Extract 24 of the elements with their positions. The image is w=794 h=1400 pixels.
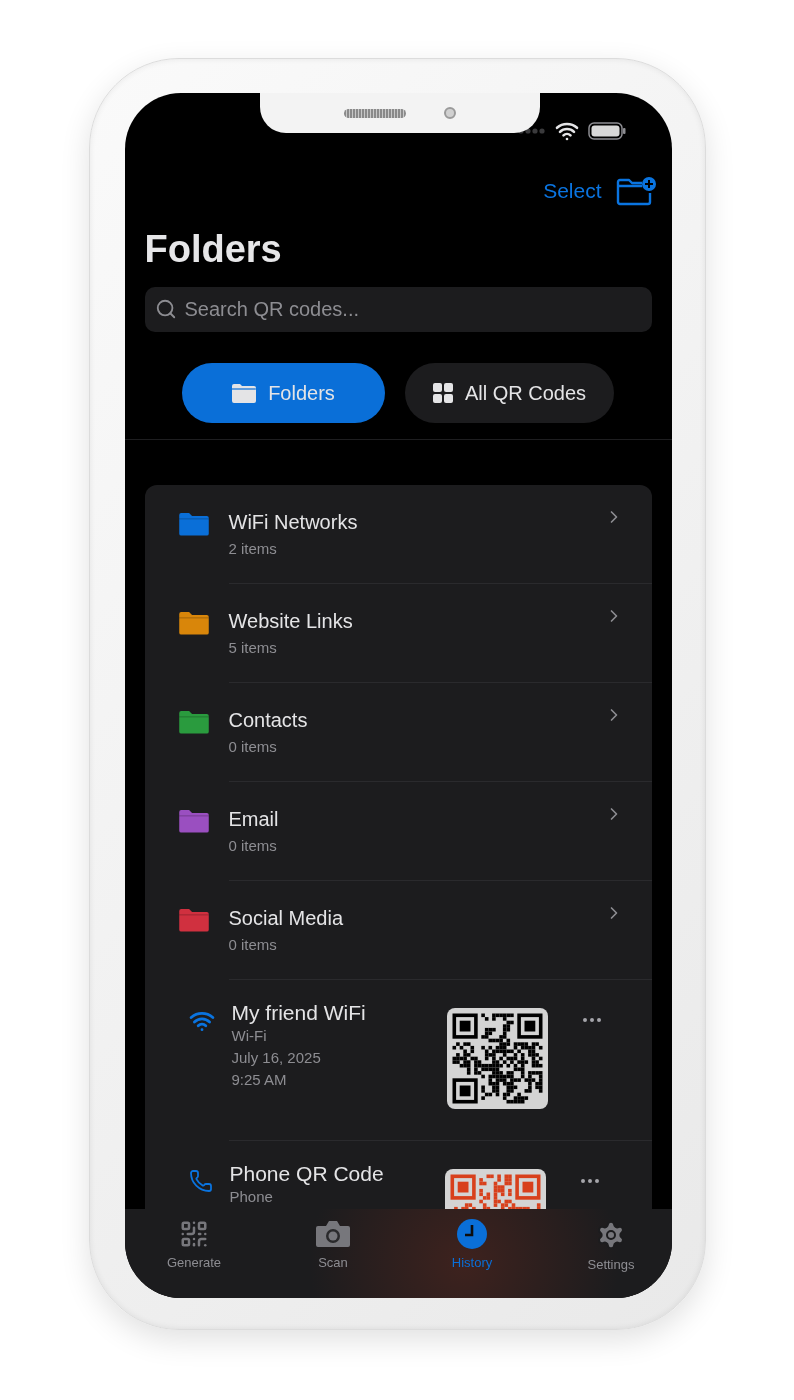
folder-name[interactable]: Social Media xyxy=(228,907,604,930)
folder-name[interactable]: Contacts xyxy=(228,709,604,732)
code-title[interactable]: Phone QR Code xyxy=(229,1163,445,1185)
code-date: July 16, 2025 xyxy=(231,1048,322,1068)
select-link[interactable]: Select xyxy=(543,179,602,203)
search-field[interactable]: Search QR codes... xyxy=(144,287,652,332)
page-title: Folders xyxy=(144,227,283,271)
item-count: 0 items xyxy=(228,738,278,755)
item-count: 0 items xyxy=(228,837,278,854)
code-time: 9:25 AM xyxy=(231,1070,288,1090)
tab-bar-item[interactable]: Settings xyxy=(541,1209,672,1298)
code-type: Phone xyxy=(229,1187,274,1207)
folder-name[interactable]: WiFi Networks xyxy=(228,511,604,534)
folder-name[interactable]: Website Links xyxy=(228,610,604,633)
view-tab[interactable]: Folders xyxy=(182,363,385,423)
code-type: Wi-Fi xyxy=(231,1026,268,1046)
folder-name[interactable]: Email xyxy=(228,808,604,831)
item-count: 5 items xyxy=(228,639,278,656)
tab-bar-item[interactable]: Generate xyxy=(124,1209,264,1298)
item-count: 0 items xyxy=(228,936,278,953)
code-title[interactable]: My friend WiFi xyxy=(231,1002,447,1024)
view-tab[interactable]: All QR Codes xyxy=(405,363,614,423)
item-count: 2 items xyxy=(228,540,278,557)
tab-bar-item[interactable]: Scan xyxy=(263,1209,403,1298)
